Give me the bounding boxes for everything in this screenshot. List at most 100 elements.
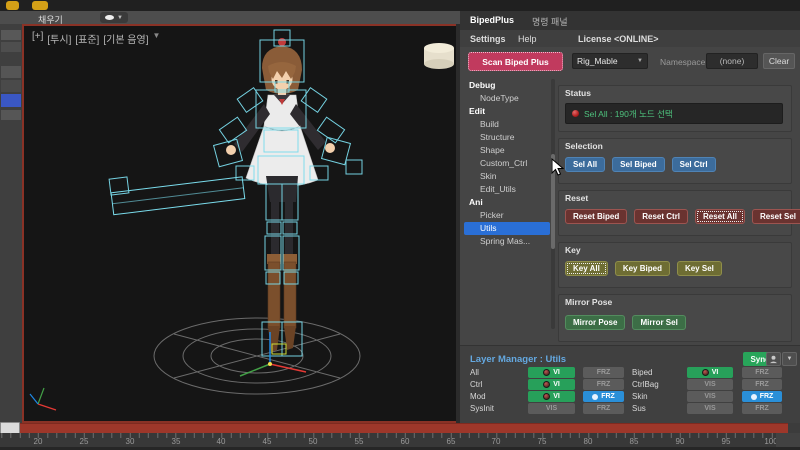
settings-menu[interactable]: Settings [470,34,506,44]
tree-item-spring-mas[interactable]: Spring Mas... [464,235,550,248]
layer-row-label: Sus [632,404,646,413]
strip-item[interactable] [1,42,21,52]
layer-frz-toggle[interactable]: FRZ [742,379,782,390]
layer-vis-toggle[interactable]: VIS [687,403,733,414]
selection-group: Selection Sel All Sel Biped Sel Ctrl [558,138,792,184]
tree-scrollbar[interactable] [551,79,555,329]
tab-bipedplus[interactable]: BipedPlus [470,15,514,25]
character-body [226,38,335,352]
layer-vis-toggle[interactable]: VIS [687,391,733,402]
viewport-menu-shading[interactable]: [기본 음영] [103,31,148,46]
layer-frz-toggle[interactable]: FRZ [583,391,624,402]
layer-options-button[interactable]: ▼ [782,352,797,366]
tick-label: 60 [400,437,410,446]
mirror-pose-group: Mirror Pose Mirror Pose Mirror Sel [558,294,792,342]
status-group-title: Status [565,88,591,98]
tree-item-custom-ctrl[interactable]: Custom_Ctrl [464,157,550,170]
bipedplus-panel: BipedPlus 명령 패널 Settings Help License <O… [460,11,800,423]
strip-item[interactable] [1,30,21,40]
rig-select-value: Rig_Mable [577,56,618,66]
tick-label: 50 [308,437,318,446]
tree-item-edit-utils[interactable]: Edit_Utils [464,183,550,196]
tick-label: 70 [491,437,501,446]
panel-tab-bar: BipedPlus 명령 패널 [460,11,800,30]
rig-wireframe [108,29,363,357]
rig-select-dropdown[interactable]: Rig_Mable ▼ [572,53,648,69]
layer-row-label: All [470,368,479,377]
timeline-ruler[interactable]: 20 25 30 35 40 45 50 55 60 65 70 75 80 8… [0,433,778,447]
tree-item-build[interactable]: Build [464,118,550,131]
layer-vis-toggle[interactable]: VI [528,367,575,378]
strip-item[interactable] [1,66,21,78]
tree-item-structure[interactable]: Structure [464,131,550,144]
layer-frz-toggle[interactable]: FRZ [742,403,782,414]
character-model [29,29,454,411]
viewport-menu-view[interactable]: [투시] [47,31,71,46]
scan-biped-plus-button[interactable]: Scan Biped Plus [468,52,563,71]
viewport-menu-plus[interactable]: [+] [32,31,43,46]
floor-rings [153,317,361,395]
layer-frz-toggle[interactable]: FRZ [583,367,624,378]
reset-group: Reset Reset Biped Reset Ctrl Reset All R… [558,190,800,236]
layer-vis-toggle[interactable]: VI [687,367,733,378]
status-message: Sel All : 190개 노드 선택 [584,108,673,119]
strip-item[interactable] [1,110,21,120]
freeze-icon [750,393,757,400]
tree-item-edit[interactable]: Edit [464,105,550,118]
tree-item-debug[interactable]: Debug [464,79,550,92]
namespace-label: Namespace: [660,57,708,67]
layer-frz-toggle[interactable]: FRZ [583,379,624,390]
key-all-button[interactable]: Key All [565,261,608,276]
eye-icon [543,381,551,388]
tick-label: 95 [721,437,731,446]
tree-item-shape[interactable]: Shape [464,144,550,157]
layer-vis-toggle[interactable]: VIS [528,403,575,414]
key-sel-button[interactable]: Key Sel [676,261,722,276]
layer-frz-toggle[interactable]: FRZ [742,367,782,378]
tab-command-panel[interactable]: 명령 패널 [532,15,568,28]
reset-biped-button[interactable]: Reset Biped [565,209,628,224]
shading-icon [105,15,115,20]
status-icon [572,110,579,117]
track-bar[interactable] [0,423,788,433]
tree-item-utils[interactable]: Utils [464,222,550,235]
user-button[interactable] [766,352,781,366]
namespace-field[interactable]: (none) [706,53,758,69]
sel-ctrl-button[interactable]: Sel Ctrl [671,157,716,172]
layer-manager: Layer Manager : Utils Sync ▼ All VI FRZ … [460,345,800,423]
toolbar-icon[interactable] [32,1,48,10]
tree-item-ani[interactable]: Ani [464,196,550,209]
help-menu[interactable]: Help [518,34,537,44]
tree-item-skin[interactable]: Skin [464,170,550,183]
layer-vis-toggle[interactable]: VIS [687,379,733,390]
reset-sel-button[interactable]: Reset Sel [751,209,800,224]
viewport-menu-style[interactable]: [표준] [75,31,99,46]
title-bar [0,0,800,11]
freeze-icon [592,393,599,400]
layer-frz-toggle[interactable]: FRZ [742,391,782,402]
3d-viewport[interactable]: [+] [투시] [표준] [기본 음영] ▼ [22,24,458,423]
layer-vis-toggle[interactable]: VI [528,391,575,402]
layer-row-label: CtrlBag [632,380,659,389]
reset-all-button[interactable]: Reset All [695,209,745,224]
mirror-pose-button[interactable]: Mirror Pose [565,315,626,330]
layer-frz-toggle[interactable]: FRZ [583,403,624,414]
sel-all-button[interactable]: Sel All [565,157,606,172]
reset-ctrl-button[interactable]: Reset Ctrl [634,209,689,224]
clear-button[interactable]: Clear [763,53,795,69]
app-icon[interactable] [6,1,19,10]
eye-icon [543,393,551,400]
strip-item[interactable] [1,80,21,92]
layer-row-label: Ctrl [470,380,483,389]
viewport-label[interactable]: [+] [투시] [표준] [기본 음영] ▼ [32,31,160,46]
ruler-ticks [0,433,776,438]
layer-vis-toggle[interactable]: VI [528,379,575,390]
key-biped-button[interactable]: Key Biped [614,261,670,276]
shading-dropdown-button[interactable]: ▼ [100,12,128,23]
sel-biped-button[interactable]: Sel Biped [612,157,665,172]
strip-item-selected[interactable] [1,94,21,107]
mirror-sel-button[interactable]: Mirror Sel [632,315,686,330]
tick-label: 45 [262,437,272,446]
tree-item-picker[interactable]: Picker [464,209,550,222]
tree-item-nodetype[interactable]: NodeType [464,92,550,105]
